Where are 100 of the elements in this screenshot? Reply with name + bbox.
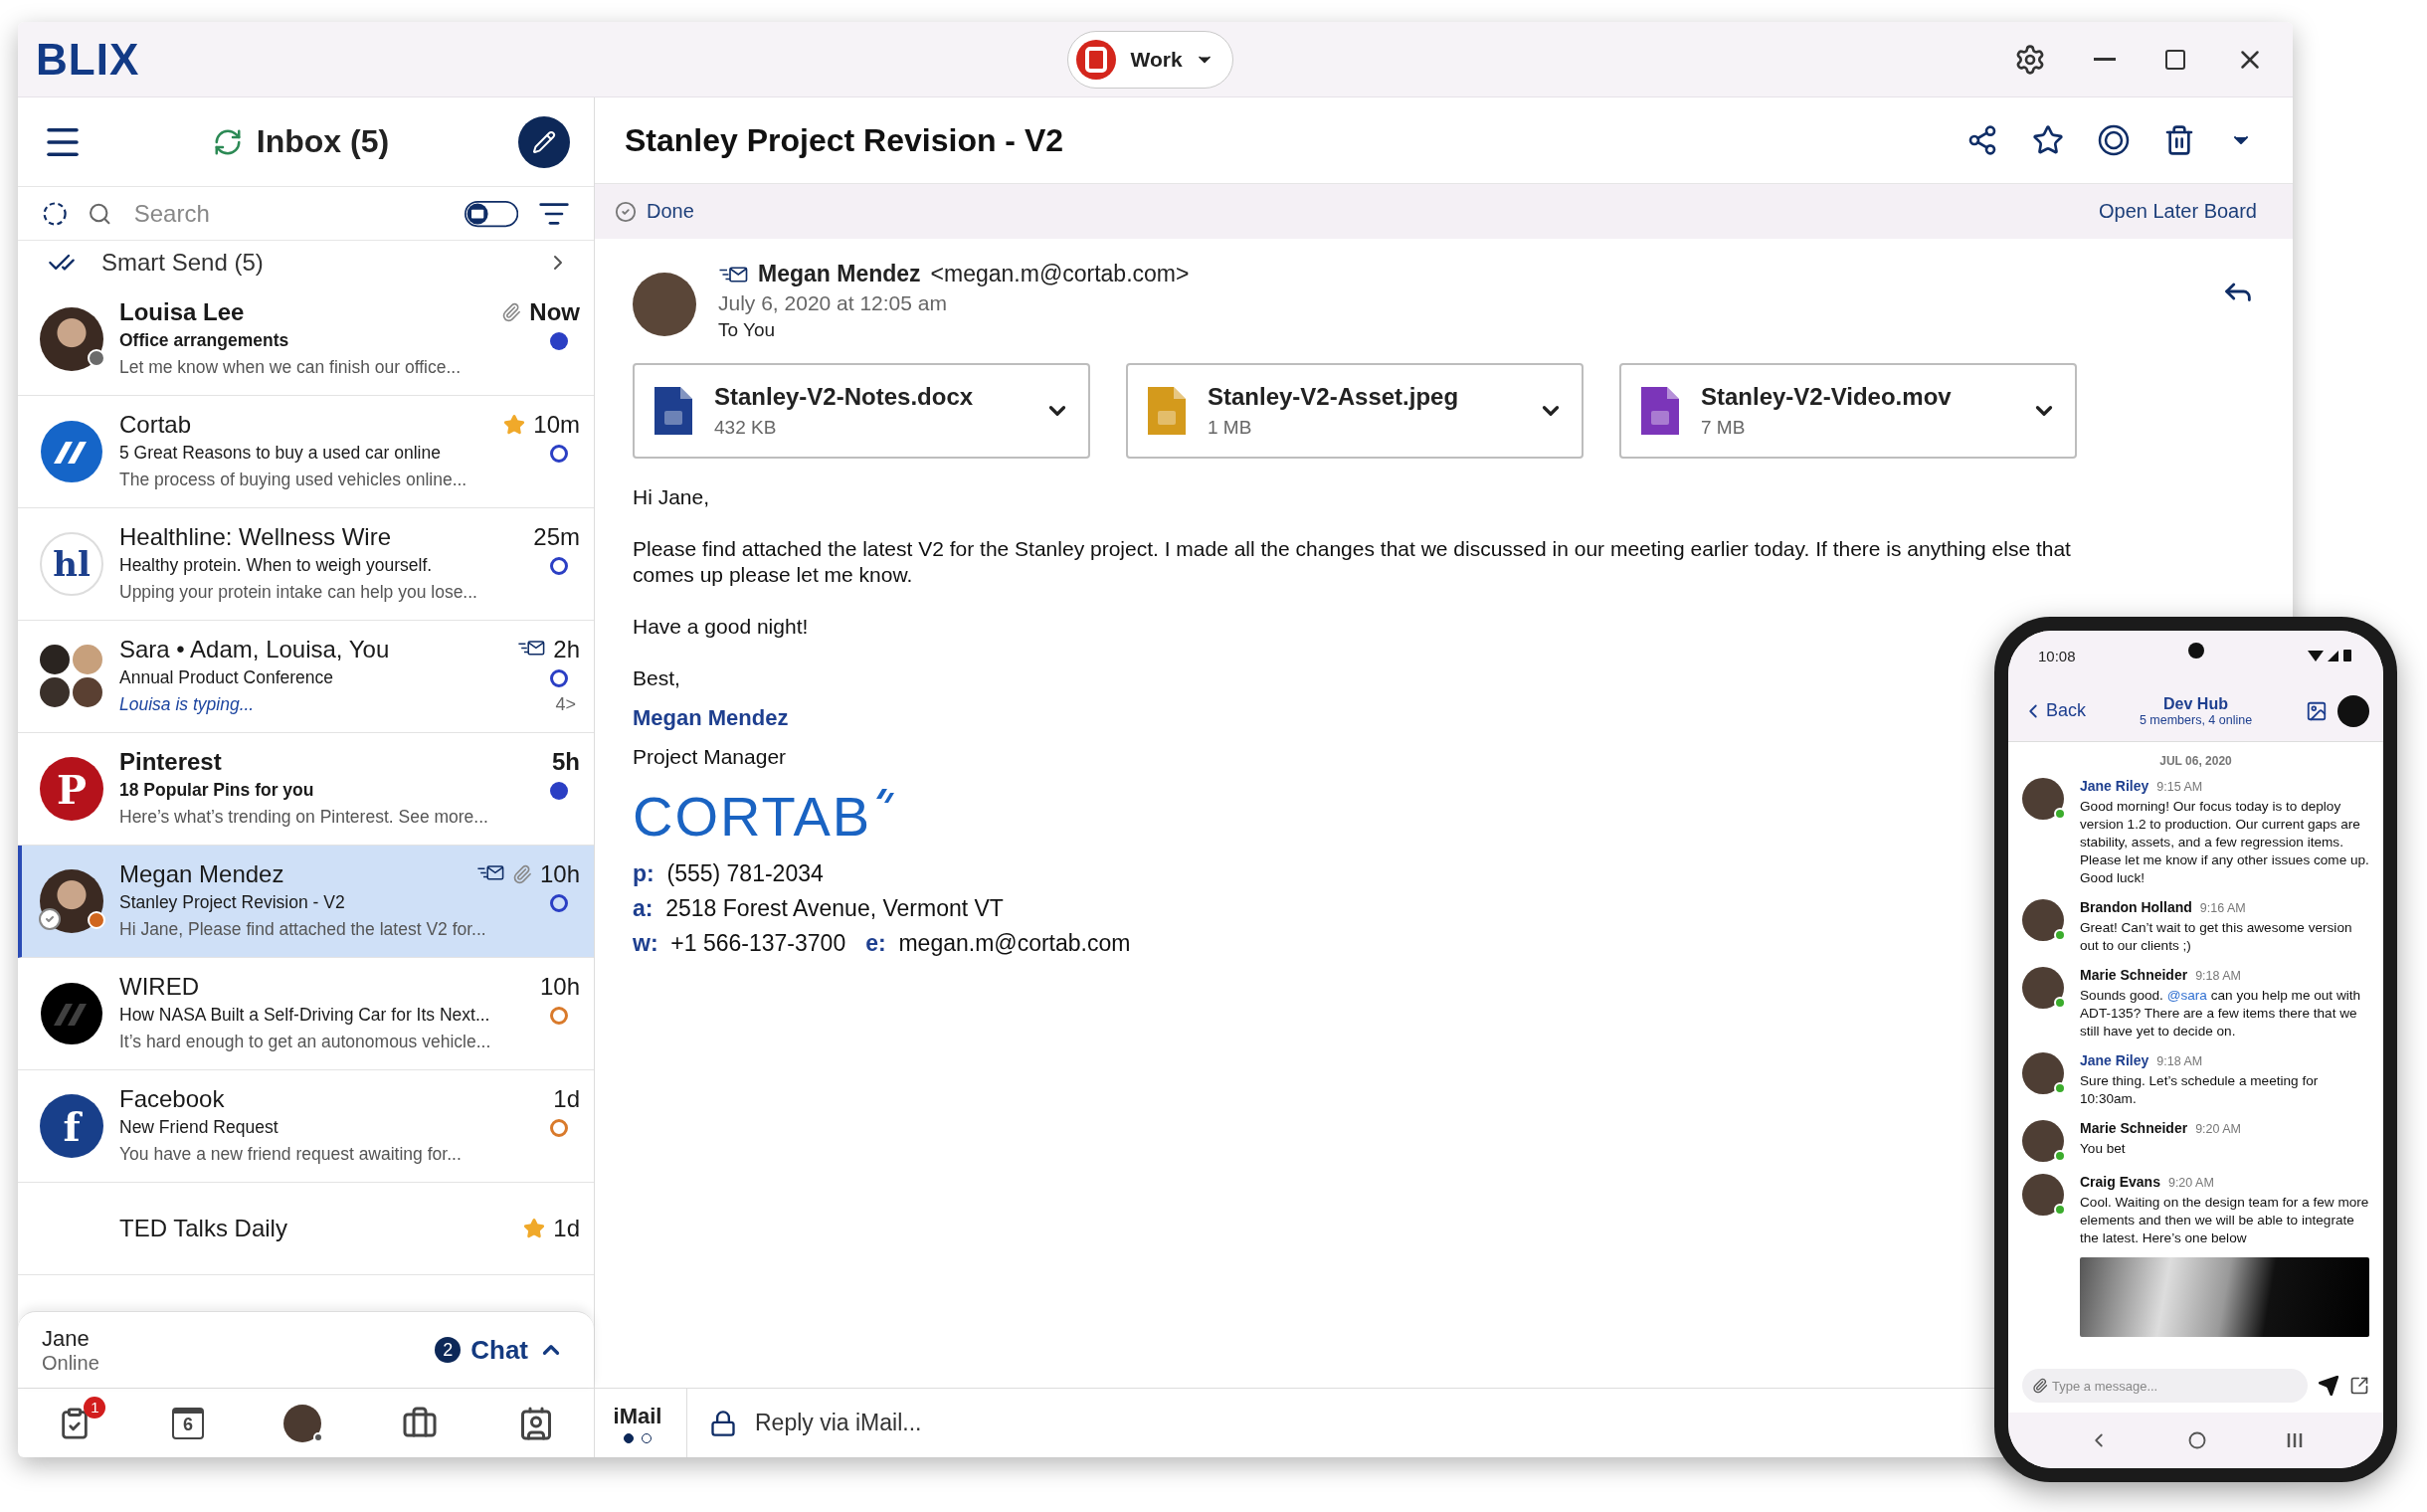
message-time: 9:16 AM [2199,901,2246,915]
attachment-card[interactable]: Stanley-V2-Notes.docx 432 KB [633,363,1090,459]
app-logo: BLIX [36,34,140,85]
file-name: Stanley-V2-Asset.jpeg [1208,383,1460,411]
message-text: Cool. Waiting on the design team for a few more elements and then we will be able to integrate the latest. Here’s one below [2080,1194,2369,1247]
message-time: 9:18 AM [2156,1054,2203,1068]
preview-text: Hi Jane, Please find attached the latest V2 for... [119,918,486,941]
calendar-button[interactable]: 6 [171,1407,204,1439]
file-size: 1 MB [1208,417,1253,439]
inbox-title: Inbox (5) [256,123,390,160]
count-badge: 2 [435,1337,462,1363]
time-text: 10h [539,860,580,888]
contact-text: e: megan.m@cortab.com [865,929,1131,958]
message-row[interactable]: hl Healthline: Wellness Wire 25m Healthy protein. When to weigh yourself. Upping your protein intake can help you lose... [18,508,594,621]
time-text: 10h [539,973,580,1001]
subject-text: Annual Product Conference [119,666,333,689]
subject-text: How NASA Built a Self-Driving Car for Its Next... [119,1004,490,1027]
body-text: Have a good night! [633,614,809,640]
contact-text: a: 2518 Forest Avenue, Vermont VT [633,894,1004,923]
file-name: Stanley-V2-Notes.docx [714,383,975,411]
status-time: 10:08 [2038,647,2076,664]
typing-indicator: Louisa is typing... [119,693,255,716]
open-later-board-link[interactable]: Open Later Board [2099,200,2257,223]
search-field[interactable]: Search [131,198,445,229]
message-time: 9:18 AM [2195,969,2242,983]
user-name: Jane [42,1325,91,1352]
preview-text: The process of buying used vehicles online... [119,469,467,491]
sender-name: TED Talks Daily [119,1214,287,1243]
time-text: 1d [553,1085,580,1113]
mention-link[interactable]: @sara [2166,988,2207,1003]
time-text: Now [529,298,580,326]
message-row[interactable]: Sara • Adam, Louisa, You 2h Annual Product Conference Louisa is typing... 4> [18,621,594,733]
sender-name: Sara • Adam, Louisa, You [119,635,390,664]
done-button[interactable]: Done [609,199,700,224]
message-text: Sounds good. @sara can you help me out with ADT-135? There are a few items there that we still have yet to decide on. [2080,987,2362,1040]
subject-text: Stanley Project Revision - V2 [119,891,345,914]
recipient-text: To You [718,319,777,341]
message-row[interactable]: WIRED 10h How NASA Built a Self-Driving Car for Its Next... It’s hard enough to get an autonomous vehicle... [18,958,594,1070]
subject-text: Office arrangements [119,329,289,352]
contact-text: p: (555) 781-2034 [633,859,824,888]
group-members: 5 members, 4 online [2139,712,2253,727]
message-row[interactable]: Cortab 10m 5 Great Reasons to buy a used car online The process of buying used vehicles online... [18,396,594,508]
account-switcher[interactable]: Work [1067,30,1233,89]
attachment-card[interactable]: Stanley-V2-Asset.jpeg 1 MB [1126,363,1584,459]
message-text: Good morning! Our focus today is to deploy version 1.2 to production. Our current gaps are stability, assets, and a few regression items. Please let me know if any other issues come up. Good luck! [2080,798,2369,887]
time-text: 2h [553,636,580,663]
message-text: You bet [2080,1140,2127,1158]
author-name: Craig Evans [2080,1174,2160,1190]
file-name: Stanley-V2-Video.mov [1701,383,1953,411]
preview-text: Upping your protein intake can help you lose... [119,581,477,604]
preview-text: Let me know when we can finish our office... [119,356,462,379]
contact-text: w: +1 566-137-3700 [633,929,846,958]
message-row[interactable]: Louisa Lee Now Office arrangements Let me know when we can finish our office... [18,284,594,396]
smart-send-row[interactable]: Smart Send (5) [18,241,594,284]
author-name: Marie Schneider [2080,967,2188,983]
imail-label: iMail [613,1403,662,1429]
message-row[interactable]: Megan Mendez 10h Stanley Project Revision - V2 Hi Jane, Please find attached the latest V2 for... [18,846,594,958]
logo-icon: P [40,757,103,821]
message-time: 9:20 AM [2167,1176,2214,1190]
author-name: Marie Schneider [2080,1120,2188,1136]
body-text: Please find attached the latest V2 for the Stanley project. I made all the changes that we discussed in our meeting earlier today. If there is anything else that comes up please let me know. [633,536,2072,588]
time-text: 1d [553,1215,580,1242]
author-name: Jane Riley [2080,778,2149,794]
subject-text: 18 Popular Pins for you [119,779,314,802]
back-button[interactable]: Back [2022,699,2087,722]
time-text: 10m [533,411,580,439]
subject-text: 5 Great Reasons to buy a used car online [119,442,441,465]
email-subject: Stanley Project Revision - V2 [625,121,1065,159]
sender-name: Facebook [119,1084,225,1114]
file-size: 7 MB [1701,417,1747,439]
message-row[interactable]: TED Talks Daily 1d [18,1183,594,1275]
message-text: Great! Can’t wait to get this awesome version out to our clients ;) [2080,919,2353,955]
smart-send-label: Smart Send (5) [101,248,265,277]
logo-icon: f [40,1094,103,1158]
thread-count: 4> [555,694,576,715]
subject-text: New Friend Request [119,1116,279,1139]
sent-date: July 6, 2020 at 12:05 am [718,291,948,315]
sender-name: Cortab [119,410,192,440]
notification-badge: 1 [84,1396,106,1418]
sender-address: <megan.m@cortab.com> [930,261,1190,287]
chat-date: JUL 06, 2020 [2159,754,2232,768]
message-text: Sure thing. Let’s schedule a meeting for 10:30am. [2080,1072,2320,1108]
sender-name: Pinterest [119,747,222,777]
signature-name-link[interactable]: Megan Mendez [633,705,789,731]
body-text: Best, [633,665,680,691]
message-row[interactable]: f Facebook 1d New Friend Request You have a new friend request awaiting for... [18,1070,594,1183]
user-status: Online [42,1351,100,1375]
attachment-card[interactable]: Stanley-V2-Video.mov 7 MB [1619,363,2077,459]
subject-text: Healthy protein. When to weigh yourself. [119,554,433,577]
author-name: Brandon Holland [2080,899,2192,915]
logo-icon: hl [40,532,103,596]
sender-name: WIRED [119,972,199,1002]
message-field[interactable]: Type a message... [2022,1369,2308,1403]
company-logo: CORTAB [633,787,872,847]
chat-button[interactable]: 2 Chat [429,1333,570,1367]
message-time: 9:20 AM [2195,1122,2242,1136]
sender-name: Louisa Lee [119,297,245,327]
sender-name: Healthline: Wellness Wire [119,522,391,552]
preview-text: Here’s what’s trending on Pinterest. See more... [119,806,488,829]
body-text: Hi Jane, [633,484,710,510]
